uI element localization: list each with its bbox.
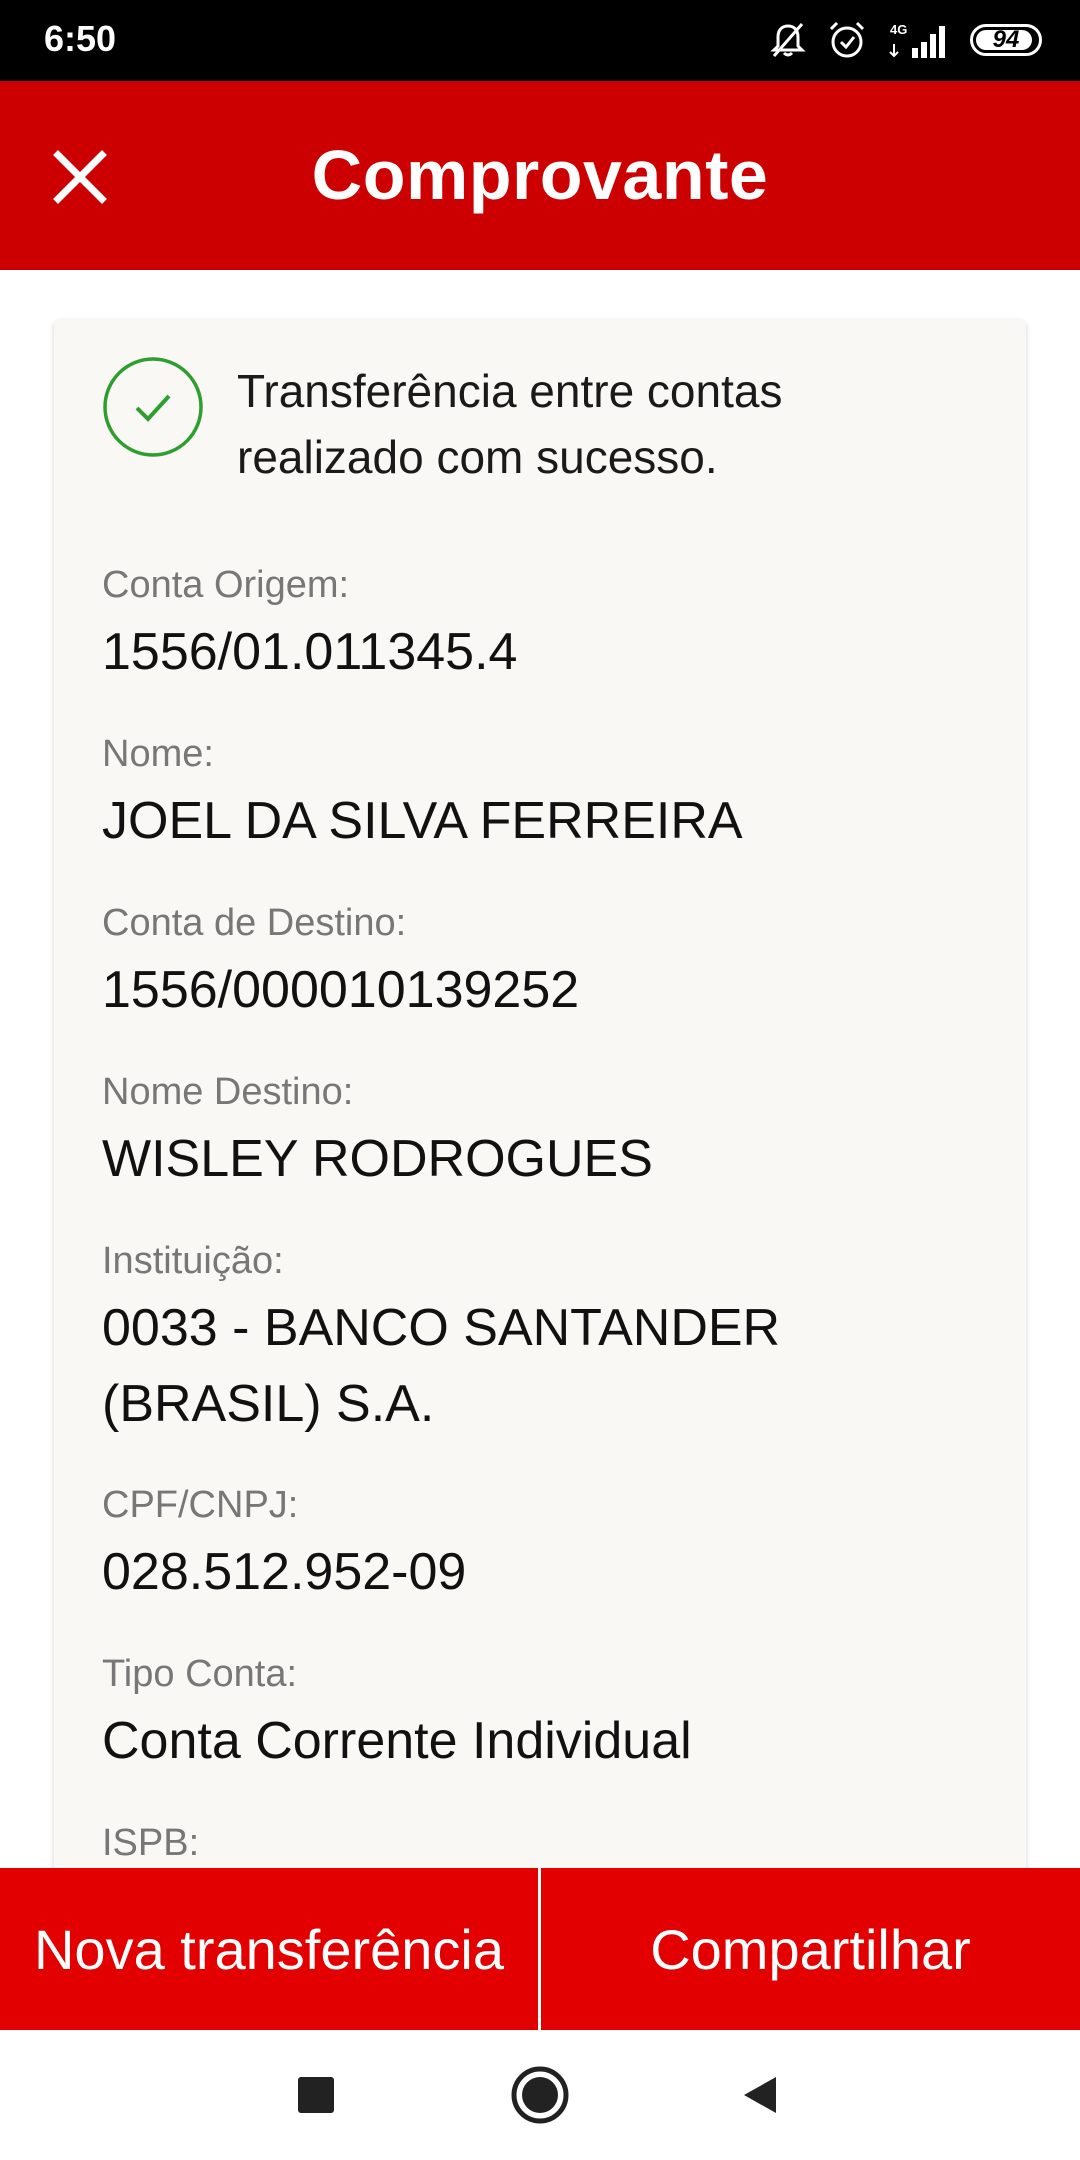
field-value: WISLEY RODROGUES	[102, 1130, 653, 1188]
home-button[interactable]	[505, 2060, 575, 2130]
field-value: 0033 - BANCO SANTANDER (BRASIL) S.A.	[102, 1299, 781, 1433]
field-source-account: Conta Origem: 1556/01.011345.4	[102, 562, 982, 690]
signal-icon: 4G	[886, 20, 952, 60]
page-title: Comprovante	[311, 136, 769, 214]
field-value: Conta Corrente Individual	[102, 1712, 692, 1770]
back-icon	[744, 2077, 776, 2113]
field-destination-name: Nome Destino: WISLEY RODROGUES	[102, 1069, 982, 1197]
share-button[interactable]: Compartilhar	[541, 1868, 1080, 2030]
battery-icon: 94	[970, 24, 1042, 56]
alarm-icon	[826, 19, 868, 61]
field-label: CPF/CNPJ:	[102, 1484, 299, 1526]
field-account-type: Tipo Conta: Conta Corrente Individual	[102, 1651, 982, 1779]
field-value: JOEL DA SILVA FERREIRA	[102, 792, 743, 850]
bottom-actions: Nova transferência Compartilhar	[0, 1868, 1080, 2030]
field-value: 028.512.952-09	[102, 1543, 467, 1601]
status-time: 6:50	[44, 18, 117, 59]
app-bar: Comprovante	[0, 81, 1080, 270]
success-message: Transferência entre contas realizado com…	[237, 365, 783, 483]
field-label: Conta Origem:	[102, 564, 350, 606]
field-ispb: ISPB:	[102, 1820, 982, 1872]
status-bar: 6:50 4G 94	[0, 0, 1080, 81]
field-value: 1556/000010139252	[102, 961, 580, 1019]
receipt-card: Transferência entre contas realizado com…	[54, 320, 1026, 1920]
field-name: Nome: JOEL DA SILVA FERREIRA	[102, 731, 982, 859]
field-destination-account: Conta de Destino: 1556/000010139252	[102, 900, 982, 1028]
back-button[interactable]	[725, 2060, 795, 2130]
battery-text: 94	[992, 26, 1020, 53]
field-label: Instituição:	[102, 1240, 284, 1282]
field-label: Tipo Conta:	[102, 1653, 298, 1695]
navigation-bar	[0, 2030, 1080, 2160]
field-label: Nome Destino:	[102, 1071, 354, 1113]
status-icons: 4G 94	[768, 16, 1042, 64]
bell-off-icon	[768, 20, 808, 60]
svg-text:4G: 4G	[890, 22, 907, 37]
recents-icon	[298, 2077, 334, 2113]
field-label: Nome:	[102, 733, 214, 775]
field-value: 1556/01.011345.4	[102, 623, 518, 681]
new-transfer-button[interactable]: Nova transferência	[0, 1868, 538, 2030]
home-icon	[511, 2066, 569, 2124]
recents-button[interactable]	[281, 2060, 351, 2130]
field-label: Conta de Destino:	[102, 902, 407, 944]
field-cpf-cnpj: CPF/CNPJ: 028.512.952-09	[102, 1482, 982, 1610]
field-institution: Instituição: 0033 - BANCO SANTANDER (BRA…	[102, 1238, 982, 1442]
check-circle-icon	[103, 357, 203, 457]
field-label: ISPB:	[102, 1822, 200, 1864]
